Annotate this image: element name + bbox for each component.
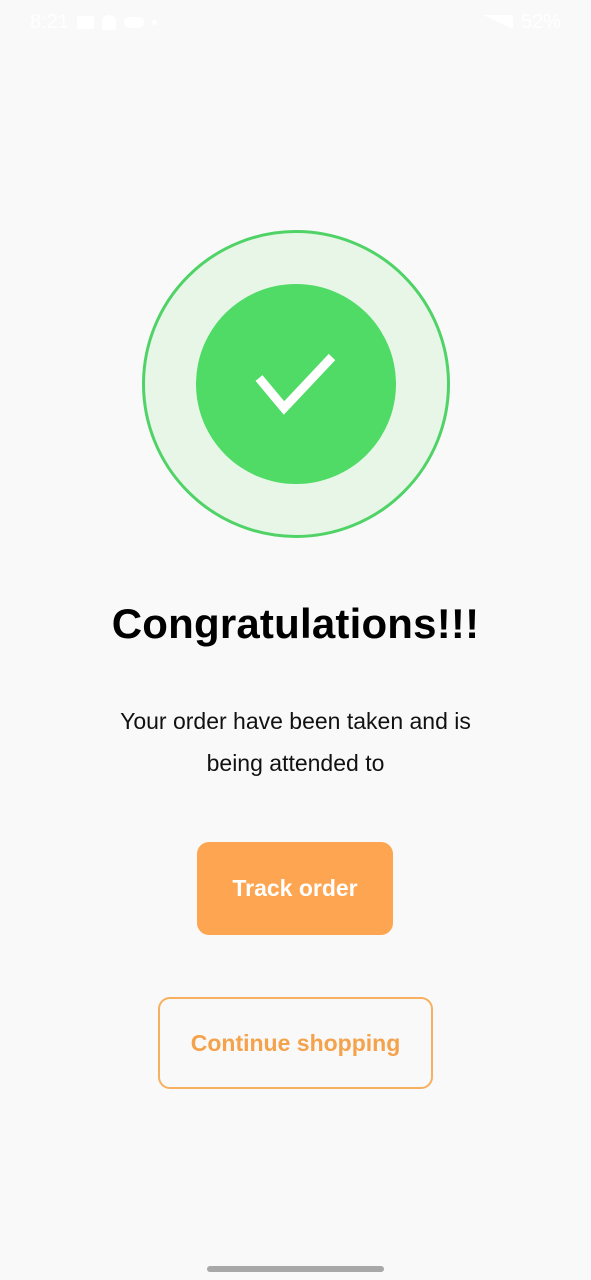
status-right: 52% — [482, 10, 561, 34]
track-order-button[interactable]: Track order — [197, 842, 393, 935]
success-message: Your order have been taken and is being … — [120, 708, 471, 776]
notification-icon — [101, 14, 116, 30]
success-badge-inner — [196, 284, 396, 484]
home-indicator[interactable] — [207, 1266, 384, 1272]
signal-icon — [482, 15, 513, 29]
continue-shopping-button[interactable]: Continue shopping — [158, 997, 433, 1089]
status-bar: 8:21 52% — [0, 0, 591, 44]
battery-level: 52% — [520, 10, 561, 33]
mail-icon — [76, 15, 94, 29]
status-time: 8:21 — [30, 10, 69, 33]
dot-icon — [151, 19, 157, 25]
success-title: Congratulations!!! — [111, 600, 480, 647]
success-badge — [142, 230, 450, 538]
status-left: 8:21 — [30, 11, 157, 34]
cloud-icon — [123, 16, 144, 28]
checkmark-icon — [255, 353, 336, 415]
order-success-screen: 8:21 52% Congratulations!!! Your order h… — [0, 0, 591, 1280]
